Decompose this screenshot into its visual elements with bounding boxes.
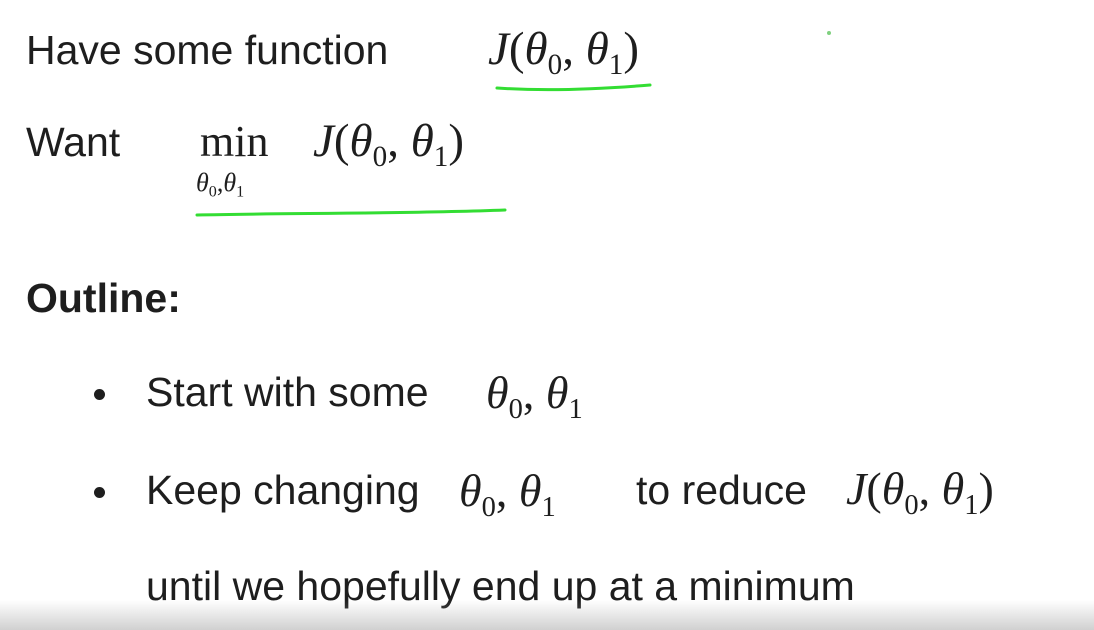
bullet-dot (94, 487, 105, 498)
underline-1 (495, 83, 652, 92)
bullet-1-formula: θ0, θ1 (486, 367, 583, 425)
bullet-2-text: Keep changing (146, 467, 420, 513)
annotation-dot (827, 31, 831, 35)
line-2-formula: J(θ0, θ1) (313, 115, 464, 174)
outline-heading: Outline: (26, 275, 181, 321)
line-1-formula: J(θ0, θ1) (488, 23, 639, 82)
bullet-2-text-middle: to reduce (636, 467, 807, 513)
slide: Have some function J(θ0, θ1) Want min θ0… (0, 0, 1094, 630)
bullet-2-formula-cost: J(θ0, θ1) (846, 463, 994, 521)
underline-2 (195, 208, 507, 217)
min-operator: min (200, 117, 269, 166)
bullet-2-continuation: until we hopefully end up at a minimum (146, 563, 855, 609)
min-subscript: θ0,θ1 (196, 168, 245, 201)
bullet-2-formula-params: θ0, θ1 (459, 465, 556, 523)
bullet-1-text: Start with some (146, 369, 429, 415)
line-2-text: Want (26, 119, 121, 165)
bullet-dot (94, 389, 105, 400)
line-1-text: Have some function (26, 27, 389, 73)
